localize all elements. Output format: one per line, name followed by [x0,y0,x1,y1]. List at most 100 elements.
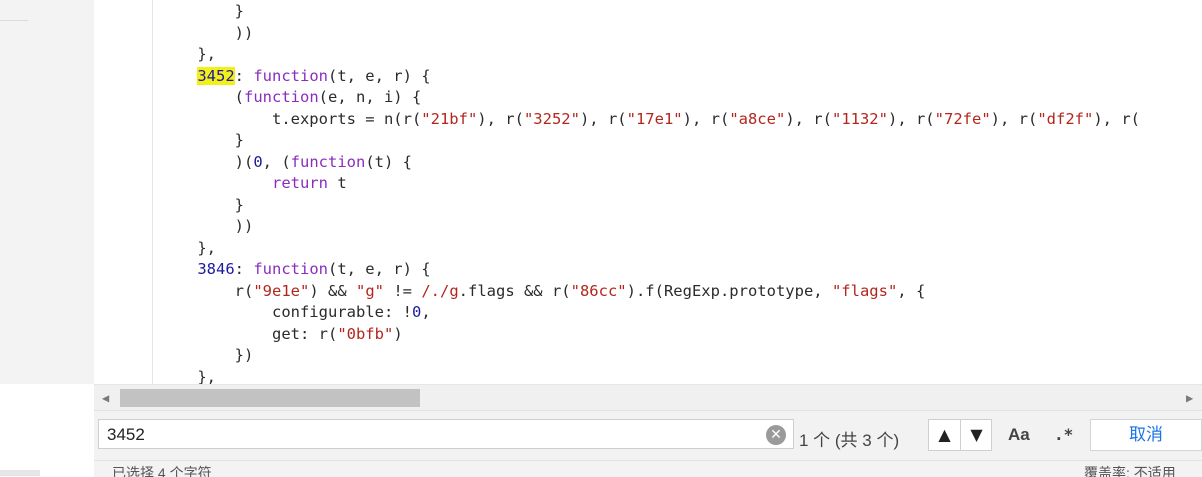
code-token: r( [160,281,254,300]
cancel-button[interactable]: 取消 [1090,419,1202,451]
code-token: , { [897,281,926,300]
code-text: 3846: function(t, e, r) { [160,258,431,280]
code-line[interactable]: 715 3452: function(t, e, r) { [152,65,1202,87]
code-text: )) [160,215,254,237]
code-text: )) [160,22,254,44]
horizontal-scrollbar[interactable]: ◀ ▶ [94,384,1202,411]
code-token: "17e1" [626,109,683,128]
code-token: , [421,303,431,321]
code-line[interactable]: 726 configurable: !0, [152,301,1202,323]
code-token: 0 [411,303,422,321]
code-text: } [160,194,244,216]
line-number-gutter [94,0,153,384]
scroll-left-icon[interactable]: ◀ [102,391,109,405]
code-line[interactable]: 718 } [152,129,1202,151]
code-token: .flags && r( [458,281,571,300]
code-token: ), r( [579,109,627,128]
code-token: ).f(RegExp.prototype, [626,281,832,300]
code-text: r("9e1e") && "g" != /./g.flags && r("86c… [160,280,926,302]
code-token: function [253,260,328,278]
code-text: )(0, (function(t) { [160,151,412,173]
code-token: ), r( [990,109,1038,128]
code-token: "1132" [831,109,888,128]
left-panel-strip [0,0,95,384]
bottom-left-bar [0,470,40,476]
code-token: ), r( [682,109,730,128]
code-line[interactable]: 717 t.exports = n(r("21bf"), r("3252"), … [152,108,1202,130]
code-token: (t, e, r) { [327,260,431,278]
code-text: }) [160,344,254,366]
code-token: t [327,174,347,192]
code-token: "g" [356,281,384,300]
code-line[interactable]: 719 )(0, (function(t) { [152,151,1202,173]
code-token: ), r( [785,109,832,128]
code-token: ), r( [1093,109,1140,128]
code-token: ) [393,324,403,343]
code-text: }, [160,43,216,65]
selection-status: 已选择 4 个字符 [112,465,212,477]
code-text: } [160,129,244,151]
code-text: 3452: function(t, e, r) { [160,65,431,87]
code-text: t.exports = n(r("21bf"), r("3252"), r("1… [160,108,1140,130]
code-line[interactable]: 729 }, [152,366,1202,385]
code-token: /./g [421,281,459,300]
code-token: ( [160,88,244,106]
code-token: } [160,131,244,149]
code-token: configurable: ! [160,303,412,321]
coverage-status: 覆盖率: 不适用 [1084,465,1176,477]
code-token: return [271,174,328,192]
code-token: )( [160,152,254,171]
search-bar: 3452 ✕ 1 个 (共 3 个) ▲ ▼ Aa .* 取消 [94,410,1202,461]
code-line[interactable]: 724 3846: function(t, e, r) { [152,258,1202,280]
code-token: "21bf" [421,109,478,128]
code-token: "a8ce" [729,109,786,128]
match-case-button[interactable]: Aa [1008,425,1030,445]
code-token: ), r( [477,109,524,128]
panel-divider [0,20,28,21]
regex-button[interactable]: .* [1054,425,1073,444]
code-token: }, [160,238,216,257]
code-line[interactable]: 712 } [152,0,1202,22]
code-line[interactable]: 721 } [152,194,1202,216]
code-token: ) && [309,281,356,300]
previous-match-button[interactable]: ▲ [929,420,960,450]
code-line[interactable]: 727 get: r("0bfb") [152,323,1202,345]
code-token: get: r( [160,324,338,343]
code-token: , ( [262,152,291,171]
code-editor[interactable]: 712 }713 ))714 },715 3452: function(t, e… [152,0,1202,384]
code-line[interactable]: 713 )) [152,22,1202,44]
code-line[interactable]: 722 )) [152,215,1202,237]
code-token: "72fe" [934,109,991,128]
code-line[interactable]: 720 return t [152,172,1202,194]
code-token: (t, e, r) { [327,66,431,85]
code-token: } [160,195,244,214]
status-bar: 已选择 4 个字符 覆盖率: 不适用 [94,460,1202,477]
search-input[interactable]: 3452 [98,419,794,449]
code-token: } [160,2,244,20]
code-token: function [244,88,319,106]
code-text: configurable: !0, [160,301,431,323]
code-line[interactable]: 714 }, [152,43,1202,65]
code-line[interactable]: 728 }) [152,344,1202,366]
clear-search-icon[interactable]: ✕ [766,425,786,445]
code-token: "flags" [831,281,898,300]
next-match-button[interactable]: ▼ [961,420,992,450]
scroll-right-icon[interactable]: ▶ [1186,391,1193,405]
code-token: (t) { [365,152,412,171]
code-token: (e, n, i) { [318,88,422,106]
code-line[interactable]: 716 (function(e, n, i) { [152,86,1202,108]
code-token: : [234,66,254,85]
match-navigation: ▲ ▼ [928,419,992,451]
search-highlight: 3452 [197,66,235,85]
code-line[interactable]: 725 r("9e1e") && "g" != /./g.flags && r(… [152,280,1202,302]
scrollbar-thumb[interactable] [120,389,420,407]
code-token: 3846 [197,260,235,278]
code-text: }, [160,366,216,385]
code-token: function [290,152,366,171]
code-token: "86cc" [570,281,627,300]
code-line[interactable]: 723 }, [152,237,1202,259]
code-token: "3252" [523,109,580,128]
